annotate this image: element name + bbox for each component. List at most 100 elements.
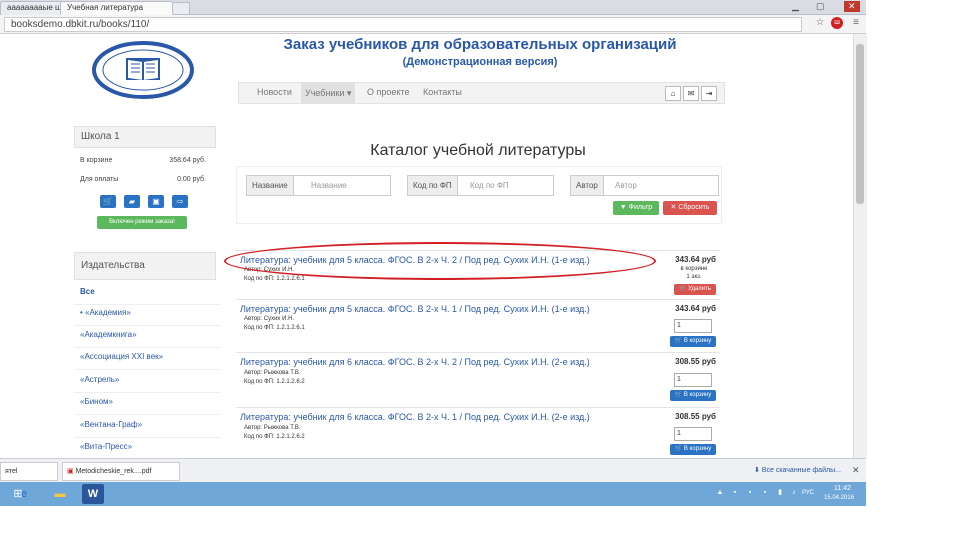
book-code: Код по ФП: 1.2.1.2.6.1	[244, 325, 305, 331]
quantity-input[interactable]: 1	[674, 427, 712, 441]
nav-textbooks[interactable]: Учебники ▾	[301, 83, 356, 103]
close-icon[interactable]: ✕	[844, 1, 860, 12]
code-filter: Код по ФП Код по ФП	[407, 175, 554, 196]
clock-date[interactable]: 15.04.2016	[824, 495, 854, 501]
browser-tab-active[interactable]: Учебная литература	[60, 1, 174, 15]
code-filter-input[interactable]: Код по ФП	[470, 176, 550, 195]
nav-news[interactable]: Новости	[257, 87, 292, 97]
pay-value: 0.00 руб.	[177, 176, 206, 183]
nav-about[interactable]: О проекте	[367, 87, 409, 97]
cart-icon: 🛒	[674, 338, 684, 344]
quantity-input[interactable]: 1	[674, 319, 712, 333]
order-mode-button[interactable]: Включен режим заказа!	[97, 216, 187, 229]
add-to-cart-button[interactable]: 🛒 В корзину	[670, 390, 716, 401]
show-all-downloads-link[interactable]: ⬇ Все скачанные файлы...	[754, 466, 841, 474]
book-code: Код по ФП: 1.2.1.2.6.2	[244, 434, 305, 440]
book-title-link[interactable]: Литература: учебник для 6 класса. ФГОС. …	[240, 357, 650, 367]
publisher-item[interactable]: • «Академия»	[74, 303, 220, 326]
publisher-item[interactable]: «Астрель»	[74, 370, 220, 393]
page-subtitle: (Демонстрационная версия)	[402, 56, 558, 68]
book-title-link[interactable]: Литература: учебник для 5 класса. ФГОС. …	[240, 304, 650, 314]
publisher-item[interactable]: «Бином»	[74, 392, 220, 415]
publishers-title: Издательства	[74, 252, 216, 280]
page-title: Заказ учебников для образовательных орга…	[283, 36, 677, 53]
main-navbar: Новости Учебники ▾ О проекте Контакты ⌂ …	[238, 82, 725, 104]
close-icon[interactable]: ✕	[852, 465, 860, 476]
name-filter-input[interactable]: Название	[311, 176, 389, 195]
address-bar: booksdemo.dbkit.ru/books/110/ ☆ ш ≡	[0, 15, 866, 34]
book-row: Литература: учебник для 6 класса. ФГОС. …	[236, 407, 720, 458]
folder-icon[interactable]: ▰	[124, 195, 140, 208]
book-title-link[interactable]: Литература: учебник для 6 класса. ФГОС. …	[240, 412, 650, 422]
author-filter-input[interactable]: Автор	[615, 176, 715, 195]
star-icon[interactable]: ☆	[814, 17, 826, 29]
publisher-item[interactable]: «Ассоциация XXI век»	[74, 347, 220, 370]
page-scrollbar[interactable]	[853, 34, 867, 458]
in-cart-qty: 1 экз.	[686, 274, 702, 280]
windows-taskbar: ⊞ e ▬ W ▲ ▪ ▪ ▪ ▮ ♪ РУС 11:42 15.04.2016	[0, 482, 866, 506]
download-item[interactable]: ▣ Metodicheskie_rek....pdf	[62, 462, 180, 481]
language-indicator[interactable]: РУС	[802, 490, 814, 496]
menu-icon[interactable]: ≡	[850, 17, 862, 29]
remove-from-cart-button[interactable]: 🛒 Удалить	[674, 284, 716, 295]
browser-tab[interactable]: ааааааааые ш	[0, 1, 66, 15]
reset-button-label: Сбросить	[678, 204, 710, 211]
publisher-item[interactable]: «Вита-Пресс»	[74, 437, 220, 460]
network-icon[interactable]: ▮	[776, 489, 784, 497]
add-to-cart-button[interactable]: 🛒 В корзину	[670, 336, 716, 347]
cart-icon: 🛒	[674, 392, 684, 398]
highlight-ellipse	[224, 242, 656, 280]
save-icon[interactable]: ▣	[148, 195, 164, 208]
tray-icon[interactable]: ▪	[761, 489, 769, 497]
filter-button[interactable]: ▼ Фильтр	[613, 201, 659, 215]
cart-icon: 🛒	[678, 286, 689, 292]
mail-icon[interactable]: ✉	[683, 86, 699, 101]
add-to-cart-button[interactable]: 🛒 В корзину	[670, 444, 716, 455]
publisher-item[interactable]: «Вентана-Граф»	[74, 415, 220, 438]
add-to-cart-label: В корзину	[683, 446, 712, 452]
book-price: 343.64 руб	[675, 255, 716, 264]
book-code: Код по ФП: 1.2.1.2.6.1	[244, 276, 305, 282]
export-icon[interactable]: ⇨	[172, 195, 188, 208]
tray-arrow-icon[interactable]: ▲	[716, 489, 724, 497]
logout-icon[interactable]: ⇥	[701, 86, 717, 101]
new-tab-button[interactable]	[172, 2, 190, 15]
show-all-downloads-label: Все скачанные файлы...	[761, 467, 841, 474]
book-code: Код по ФП: 1.2.1.2.6.2	[244, 379, 305, 385]
extension-icon[interactable]: ш	[831, 17, 843, 29]
remove-button-label: Удалить	[688, 286, 712, 292]
reset-button[interactable]: ✕ Сбросить	[663, 201, 717, 215]
download-item[interactable]: ятel	[0, 462, 58, 481]
maximize-icon[interactable]: ▢	[816, 1, 825, 12]
tray-icon[interactable]: ▪	[731, 489, 739, 497]
filter-button-label: Фильтр	[628, 204, 653, 211]
minimize-icon[interactable]: ▁	[792, 1, 799, 12]
download-item-label: Metodicheskie_rek....pdf	[75, 468, 152, 475]
tray-icon[interactable]: ▪	[746, 489, 754, 497]
nav-contacts[interactable]: Контакты	[423, 87, 462, 97]
site-logo[interactable]	[90, 38, 196, 102]
book-price: 343.64 руб	[675, 304, 716, 313]
volume-icon[interactable]: ♪	[790, 489, 798, 497]
url-field[interactable]: booksdemo.dbkit.ru/books/110/	[4, 17, 802, 32]
browser-tab-bar: ааааааааые ш Учебная литература ▁ ▢ ✕	[0, 0, 866, 15]
ie-browser-icon[interactable]: e	[10, 484, 38, 504]
add-to-cart-label: В корзину	[683, 392, 712, 398]
clock-time[interactable]: 11:42	[834, 485, 851, 492]
scrollbar-thumb[interactable]	[856, 44, 864, 204]
home-icon[interactable]: ⌂	[665, 86, 681, 101]
publisher-item[interactable]: Все	[74, 282, 220, 305]
book-row: Литература: учебник для 6 класса. ФГОС. …	[236, 352, 720, 407]
file-explorer-icon[interactable]: ▬	[46, 484, 74, 504]
book-author: Автор: Рыжкова Т.В.	[244, 370, 301, 376]
word-icon[interactable]: W	[82, 484, 104, 504]
quantity-input[interactable]: 1	[674, 373, 712, 387]
book-price: 308.55 руб	[675, 412, 716, 421]
add-to-cart-label: В корзину	[683, 338, 712, 344]
name-filter: Название Название	[246, 175, 391, 196]
download-bar: ятel ▣ Metodicheskie_rek....pdf ⬇ Все ск…	[0, 458, 866, 483]
publisher-item[interactable]: «Академкнига»	[74, 325, 220, 348]
school-panel-title: Школа 1	[74, 126, 216, 148]
cart-icon[interactable]: 🛒	[100, 195, 116, 208]
code-filter-label: Код по ФП	[408, 176, 458, 195]
